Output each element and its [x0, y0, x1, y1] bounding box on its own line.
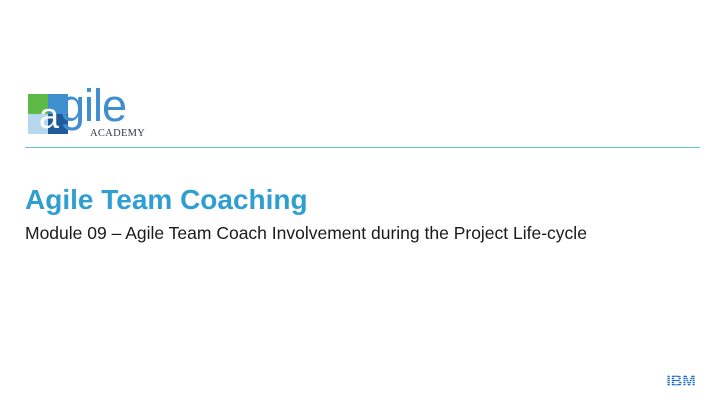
logo-wordmark: gile — [60, 80, 127, 131]
svg-text:IBM: IBM — [666, 373, 695, 388]
title-slide: a gile ACADEMY Agile Team Coaching Modul… — [0, 0, 720, 405]
slide-subtitle: Module 09 – Agile Team Coach Involvement… — [25, 223, 587, 243]
ibm-logo-icon: IBM — [663, 372, 699, 388]
svg-text:a: a — [39, 95, 60, 134]
header-divider — [25, 147, 700, 148]
agile-academy-logo: a gile ACADEMY — [28, 80, 168, 144]
slide-title: Agile Team Coaching — [25, 184, 308, 215]
logo-subtitle: ACADEMY — [90, 128, 146, 139]
